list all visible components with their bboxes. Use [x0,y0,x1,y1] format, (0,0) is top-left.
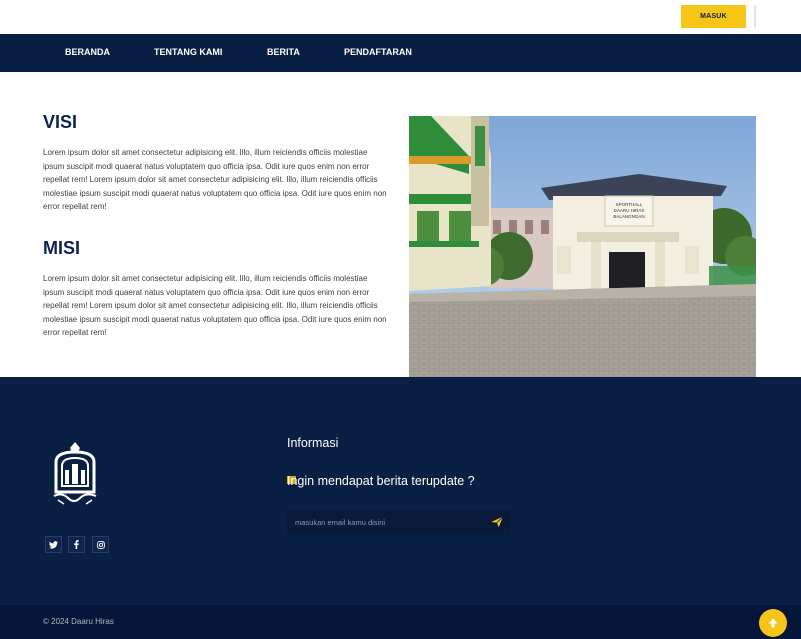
misi-text: Lorem ipsum dolor sit amet consectetur a… [43,274,387,338]
subscribe-text: Ingin mendapat berita terupdate ? [287,474,475,488]
email-input[interactable] [287,510,482,535]
scroll-to-top-button[interactable] [759,609,787,637]
nav-item-tentang-kami[interactable]: TENTANG KAMI [154,47,222,57]
footer-info-title: Informasi [287,436,339,450]
footer [0,377,801,605]
visi-title: VISI [43,112,78,132]
twitter-icon[interactable] [45,536,62,553]
bottom-bar [0,605,801,639]
copyright-text: © 2024 Daaru Hiras [43,617,114,626]
instagram-icon[interactable] [92,536,109,553]
nav-item-pendaftaran[interactable]: PENDAFTARAN [344,47,412,57]
sign-line-2: DAARU HIRAS [614,208,645,213]
email-subscribe-box [287,510,511,535]
school-building-photo: SPORTHALL DAARU HIRAS BALANGNGAN [409,116,756,377]
send-icon[interactable] [490,515,504,529]
subscribe-text-wrapper: Ingin mendapat berita terupdate ? [287,474,475,488]
top-bar: MASUK [0,0,801,34]
login-button[interactable]: MASUK [681,5,746,28]
nav-item-berita[interactable]: BERITA [267,47,300,57]
sign-line-3: BALANGNGAN [613,214,644,219]
misi-title: MISI [43,238,81,258]
facebook-icon[interactable] [68,536,85,553]
school-logo [50,440,100,507]
arrow-up-icon [768,618,778,628]
divider [754,5,756,28]
sign-line-1: SPORTHALL [616,202,643,207]
visi-text: Lorem ipsum dolor sit amet consectetur a… [43,148,387,212]
main-nav: BERANDA TENTANG KAMI BERITA PENDAFTARAN [0,34,801,72]
nav-item-beranda[interactable]: BERANDA [65,47,110,57]
